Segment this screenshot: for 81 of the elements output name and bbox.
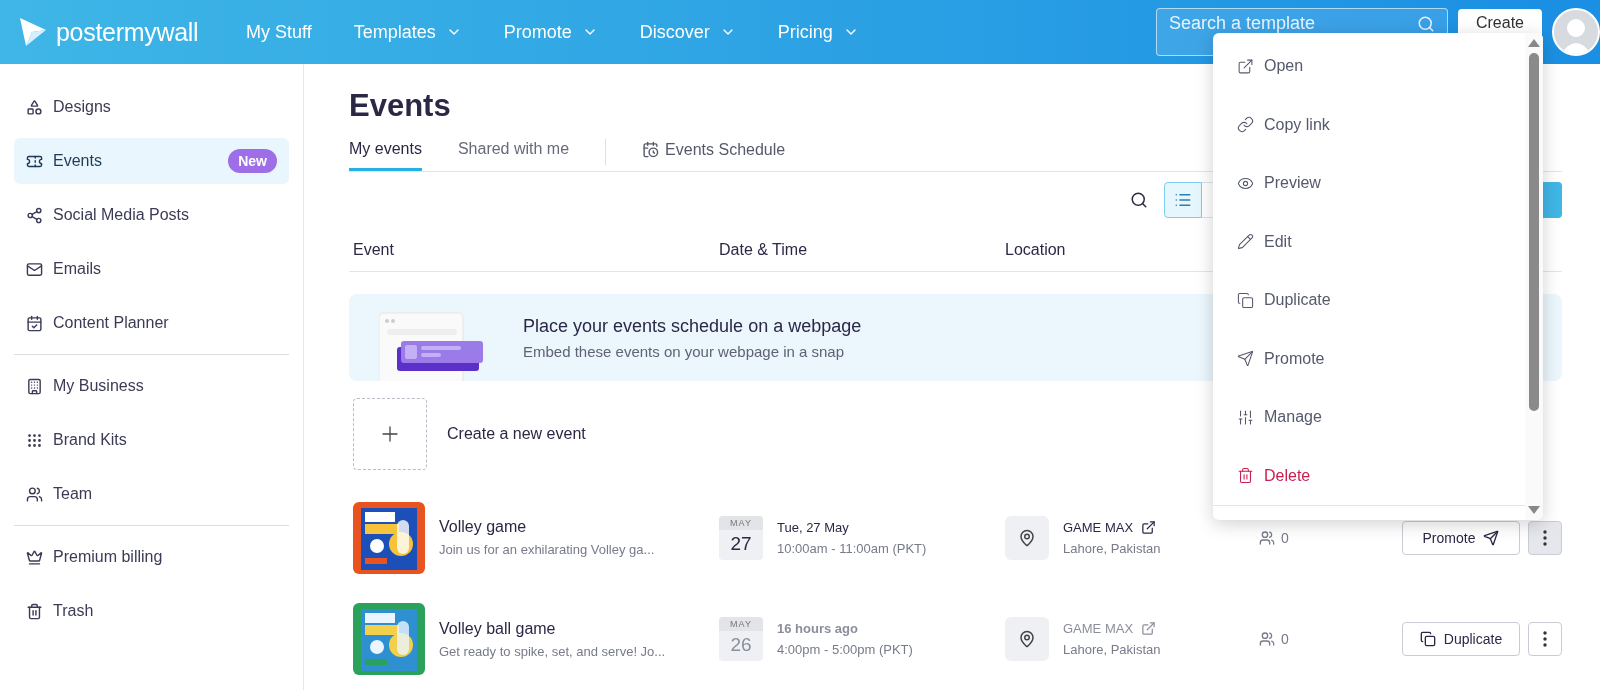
menu-item[interactable]: Manage — [1237, 388, 1525, 447]
scrollbar[interactable] — [1525, 33, 1543, 520]
new-badge: New — [228, 149, 277, 173]
schedule-icon — [642, 141, 660, 158]
column-header: Location — [1005, 240, 1066, 259]
sidebar-item[interactable]: Content Planner — [14, 300, 289, 346]
more-options-button[interactable] — [1528, 520, 1562, 555]
copy-icon — [1419, 631, 1436, 648]
page-title: Events — [349, 88, 451, 124]
menu-item-icon — [1237, 350, 1254, 368]
column-header: Event — [353, 240, 394, 259]
event-date: 16 hours ago — [777, 621, 859, 637]
sidebar-item[interactable]: Premium billing — [14, 534, 289, 580]
location-pin-icon — [1005, 515, 1049, 560]
event-date: Tue, 27 May — [777, 519, 850, 535]
attendees-icon — [1259, 529, 1275, 546]
date-badge: MAY 27 — [719, 515, 763, 560]
sidebar-icon — [26, 260, 43, 278]
sidebar-item[interactable]: Trash — [14, 588, 289, 634]
banner-text: Embed these events on your webpage in a snap — [523, 342, 846, 360]
sidebar-icon — [26, 431, 43, 449]
banner-title: Place your events schedule on a webpage — [523, 315, 862, 337]
more-options-button[interactable] — [1528, 622, 1562, 657]
menu-item[interactable]: Delete — [1237, 446, 1525, 505]
sidebar-item[interactable]: Designs — [14, 84, 289, 130]
sidebar-icon — [26, 602, 43, 620]
sidebar-item[interactable]: Team — [14, 471, 289, 517]
venue-name: GAME MAX — [1063, 621, 1134, 637]
venue-name: GAME MAX — [1063, 519, 1134, 535]
sidebar-icon — [26, 548, 43, 566]
sidebar-item[interactable]: Brand Kits — [14, 417, 289, 463]
tab[interactable]: Shared with me — [457, 132, 570, 171]
menu-item[interactable]: Preview — [1237, 154, 1525, 213]
venue-city: Lahore, Pakistan — [1063, 540, 1161, 556]
scroll-down-icon[interactable] — [1528, 506, 1540, 514]
scroll-up-icon[interactable] — [1528, 39, 1540, 47]
avatar[interactable] — [1552, 8, 1600, 56]
sidebar-item[interactable]: Events New — [14, 138, 289, 184]
event-title[interactable]: Volley game — [439, 518, 655, 537]
events-schedule-link[interactable]: Events Schedule — [642, 140, 786, 163]
sidebar-item[interactable]: Social Media Posts — [14, 192, 289, 238]
more-icon — [1543, 529, 1547, 546]
sidebar-icon — [26, 206, 43, 224]
event-time: 10:00am - 11:00am (PKT) — [777, 540, 927, 556]
menu-item-icon — [1237, 408, 1254, 426]
attendee-count: 0 — [1281, 631, 1289, 648]
attendees-icon — [1259, 631, 1275, 648]
menu-item-icon — [1237, 233, 1254, 251]
sidebar-icon — [26, 377, 43, 395]
location-pin-icon — [1005, 617, 1049, 662]
tab[interactable]: My events — [349, 132, 422, 171]
create-event-label[interactable]: Create a new event — [447, 425, 586, 444]
sidebar-icon — [26, 485, 43, 503]
menu-item-icon — [1237, 467, 1254, 485]
external-link-icon[interactable] — [1141, 519, 1157, 535]
menu-item[interactable]: Copy link — [1237, 95, 1525, 154]
venue-city: Lahore, Pakistan — [1063, 642, 1161, 658]
attendee-count: 0 — [1281, 529, 1289, 546]
duplicate-button[interactable]: Duplicate — [1402, 622, 1520, 657]
sidebar-item[interactable]: My Business — [14, 363, 289, 409]
menu-item-icon — [1237, 291, 1254, 309]
date-badge: MAY 26 — [719, 617, 763, 662]
menu-item-icon — [1237, 57, 1254, 75]
sidebar-icon — [26, 98, 43, 116]
column-header: Date & Time — [719, 240, 808, 259]
create-event-button[interactable] — [353, 398, 427, 471]
menu-item[interactable]: Edit — [1237, 212, 1525, 271]
event-description: Join us for an exhilarating Volley ga... — [439, 542, 655, 558]
search-icon — [1417, 15, 1435, 33]
sidebar-icon — [26, 314, 43, 332]
search-icon[interactable] — [1130, 191, 1148, 210]
event-title[interactable]: Volley ball game — [439, 619, 666, 638]
sidebar-item[interactable]: Emails — [14, 246, 289, 292]
promote-button[interactable]: Promote — [1402, 520, 1520, 555]
menu-item-icon — [1237, 116, 1254, 134]
send-icon — [1483, 529, 1500, 546]
more-icon — [1543, 631, 1547, 648]
logo-icon — [18, 16, 48, 48]
event-time: 4:00pm - 5:00pm (PKT) — [777, 642, 913, 658]
event-description: Get ready to spike, set, and serve! Jo... — [439, 643, 666, 659]
list-view-button[interactable] — [1164, 182, 1202, 219]
